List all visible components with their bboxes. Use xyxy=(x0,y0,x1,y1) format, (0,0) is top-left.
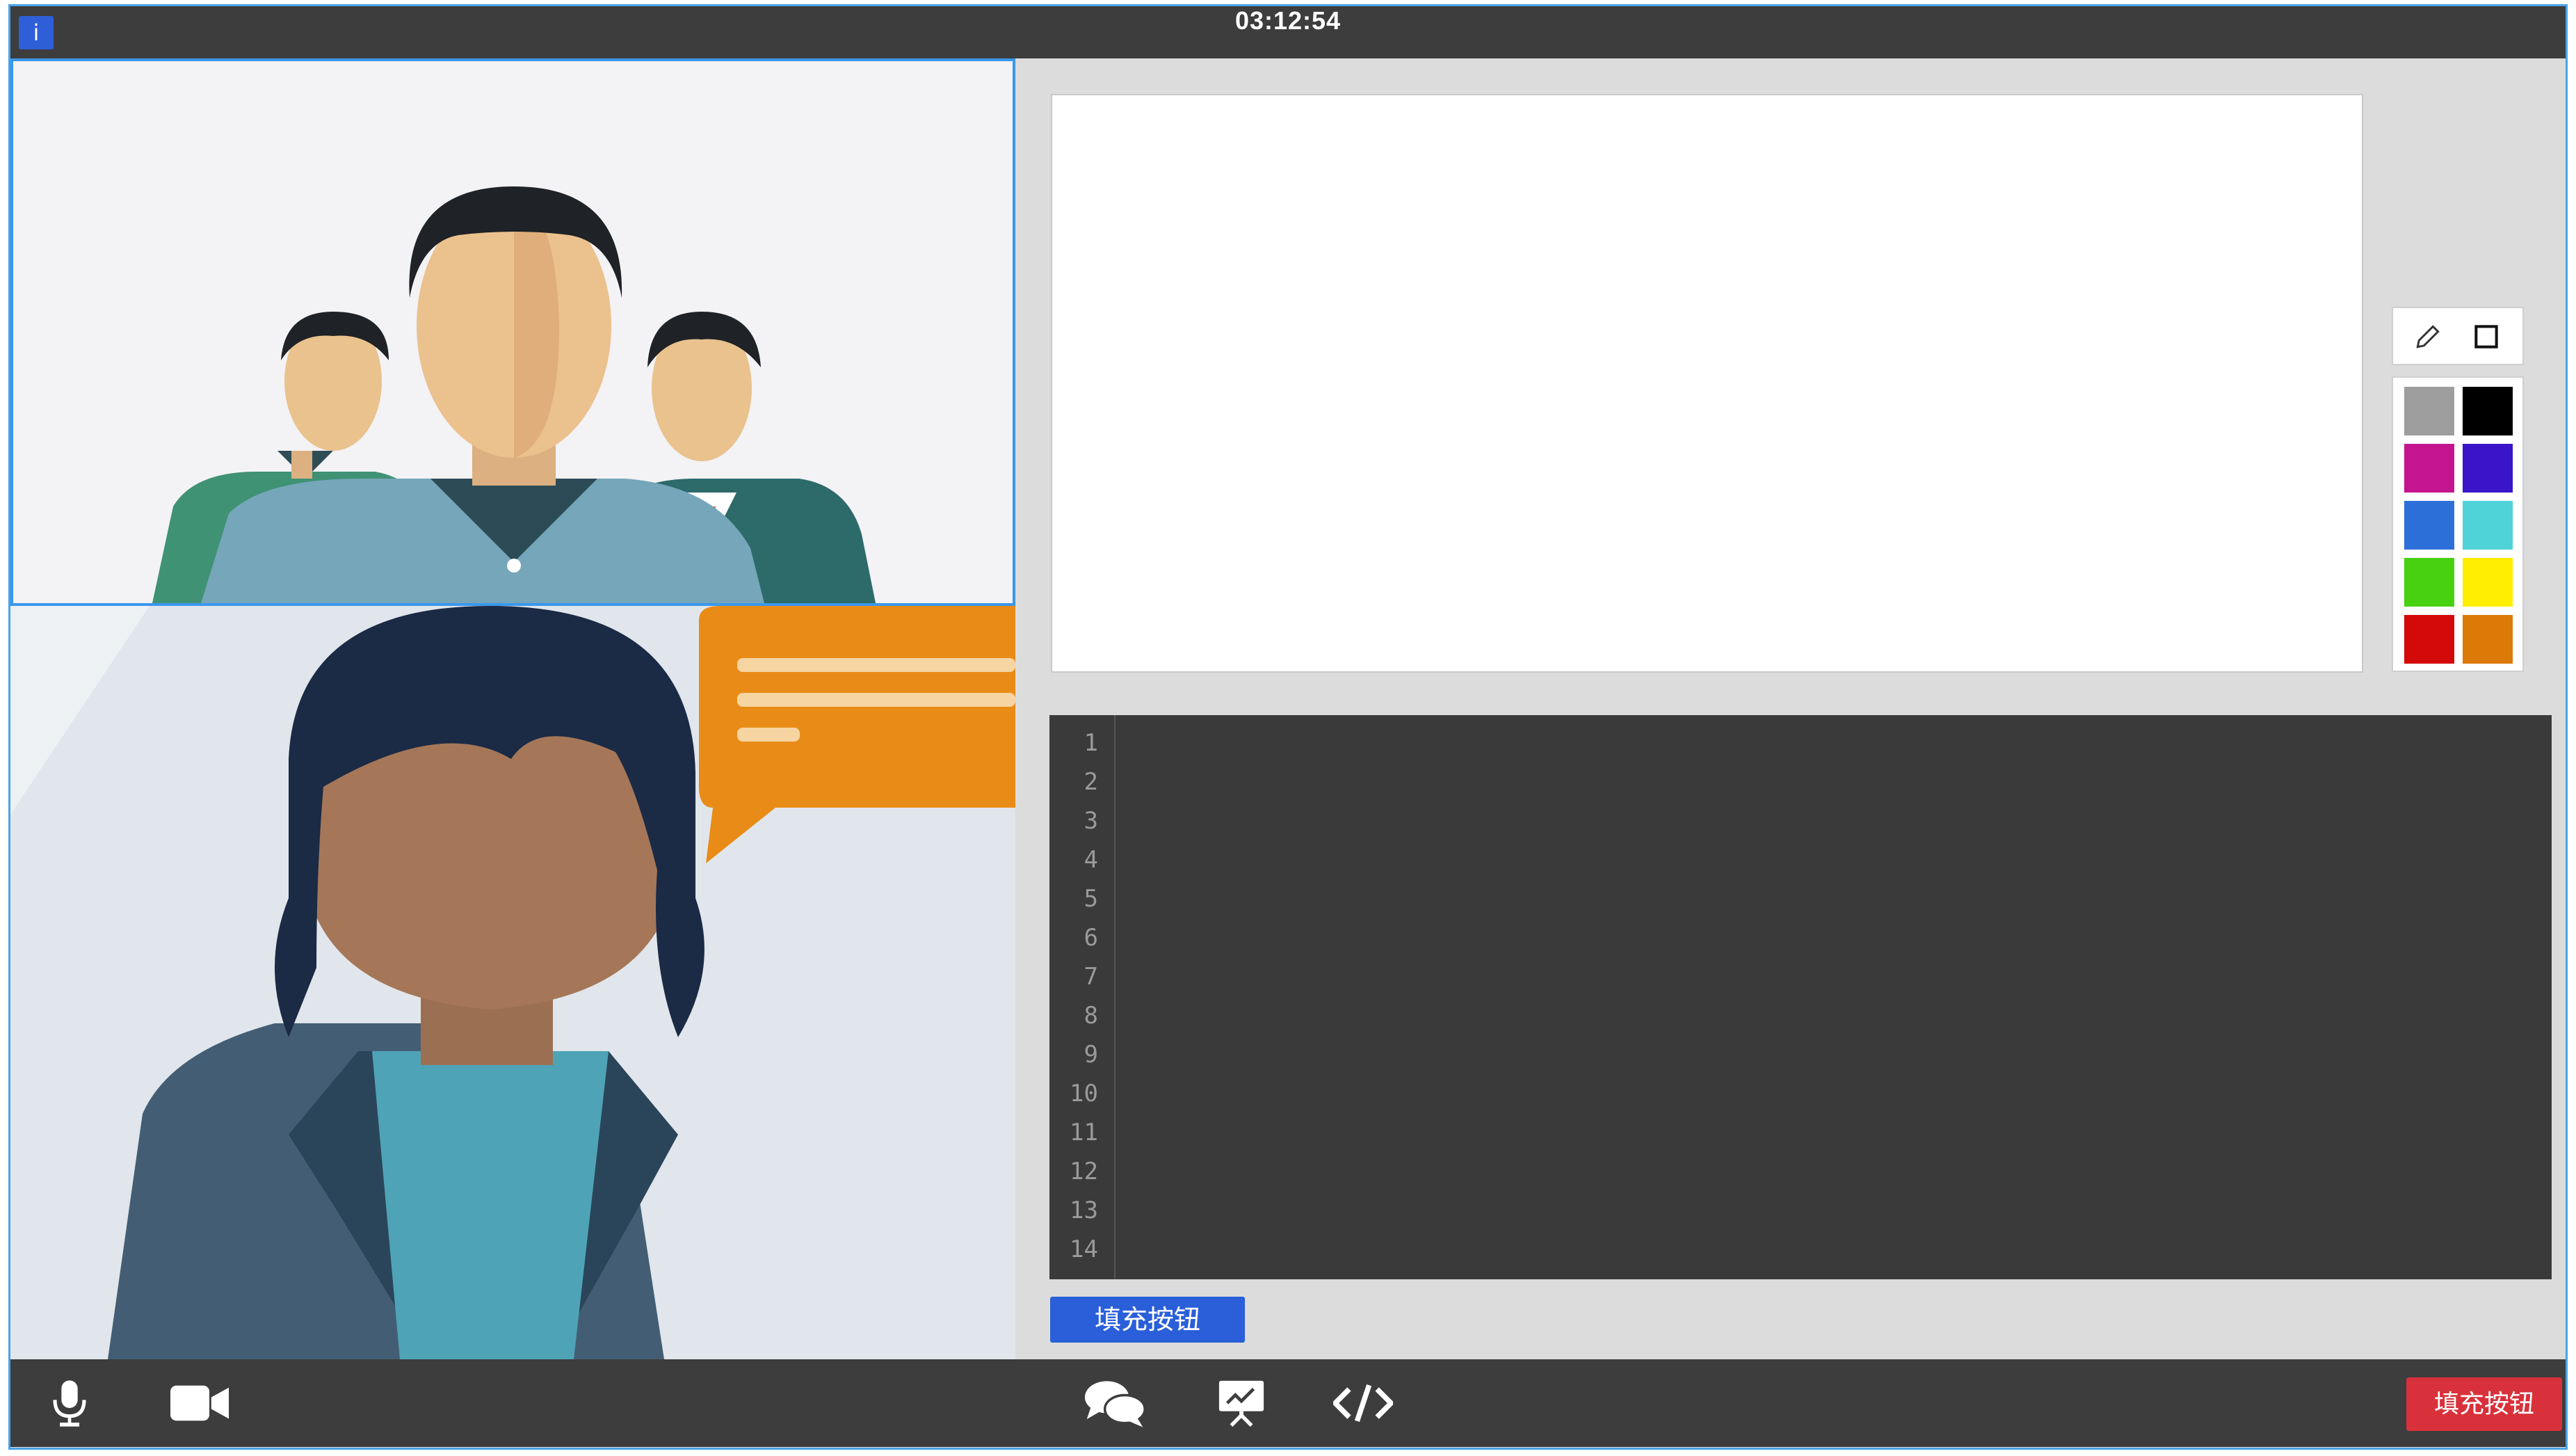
video-tile-group[interactable] xyxy=(10,58,1015,606)
fill-button[interactable]: 填充按钮 xyxy=(1050,1297,1245,1343)
rectangle-icon[interactable] xyxy=(2467,317,2506,356)
line-number: 7 xyxy=(1084,963,1098,991)
presentation-icon[interactable] xyxy=(1210,1377,1273,1429)
video-tile-female[interactable] xyxy=(10,606,1015,1359)
color-swatch-blue[interactable] xyxy=(2404,501,2454,550)
camera-icon[interactable] xyxy=(165,1377,234,1429)
bottom-toolbar: 填充按钮 xyxy=(10,1359,2566,1447)
line-number: 4 xyxy=(1084,846,1098,874)
pencil-icon[interactable] xyxy=(2408,317,2447,356)
female-avatar-illustration xyxy=(10,606,1015,1359)
whiteboard-canvas[interactable] xyxy=(1051,94,2363,673)
code-icon[interactable] xyxy=(1328,1377,1398,1429)
line-number: 3 xyxy=(1084,807,1098,835)
chat-icon[interactable] xyxy=(1080,1377,1150,1429)
code-editor[interactable]: 1 2 3 4 5 6 7 8 9 10 11 12 13 14 xyxy=(1049,715,2552,1279)
line-number: 13 xyxy=(1070,1197,1098,1224)
line-number: 11 xyxy=(1070,1119,1098,1146)
drawing-tools xyxy=(2392,307,2524,365)
top-bar: i 03:12:54 xyxy=(10,6,2566,58)
color-swatch-orange[interactable] xyxy=(2463,615,2513,664)
color-swatch-cyan[interactable] xyxy=(2463,501,2513,550)
microphone-icon[interactable] xyxy=(42,1377,97,1429)
color-swatch-yellow[interactable] xyxy=(2463,558,2513,607)
color-swatch-green[interactable] xyxy=(2404,558,2454,607)
color-swatch-black[interactable] xyxy=(2463,387,2513,435)
line-number: 12 xyxy=(1070,1158,1098,1185)
color-swatch-purple[interactable] xyxy=(2463,444,2513,493)
end-call-button[interactable]: 填充按钮 xyxy=(2406,1377,2562,1431)
line-number: 8 xyxy=(1084,1002,1098,1030)
line-number: 9 xyxy=(1084,1041,1098,1069)
line-number: 2 xyxy=(1084,768,1098,796)
line-number: 6 xyxy=(1084,924,1098,952)
line-number: 1 xyxy=(1084,729,1098,757)
line-number: 5 xyxy=(1084,885,1098,913)
line-number: 10 xyxy=(1070,1080,1098,1107)
line-number-gutter: 1 2 3 4 5 6 7 8 9 10 11 12 13 14 xyxy=(1049,715,1116,1279)
color-swatch-gray[interactable] xyxy=(2404,387,2454,435)
color-swatch-red[interactable] xyxy=(2404,615,2454,664)
session-timer: 03:12:54 xyxy=(1234,6,1342,35)
color-palette xyxy=(2392,376,2524,672)
line-number: 14 xyxy=(1070,1235,1098,1263)
color-swatch-magenta[interactable] xyxy=(2404,444,2454,493)
group-avatar-illustration xyxy=(13,61,1013,603)
